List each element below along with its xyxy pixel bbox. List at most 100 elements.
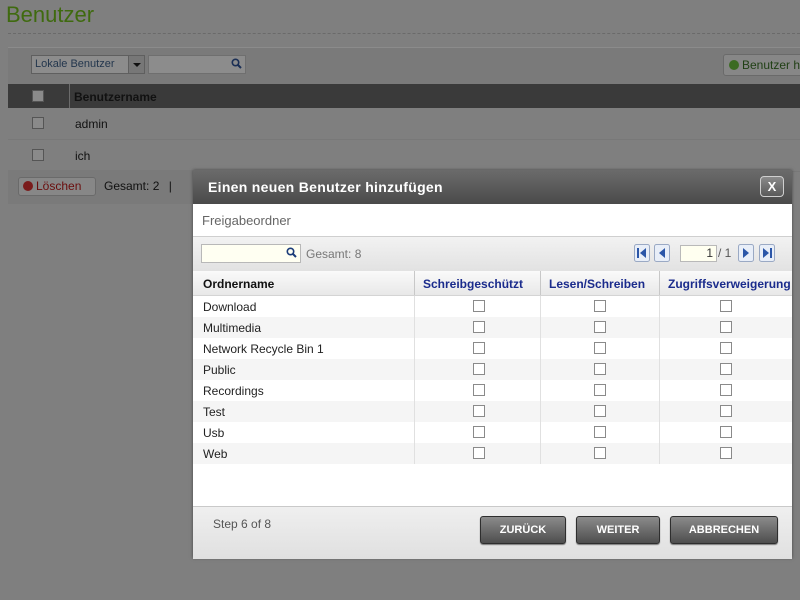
title-divider <box>8 33 800 34</box>
select-all-column <box>8 84 70 108</box>
folder-search-input[interactable] <box>201 244 301 263</box>
read-only-checkbox[interactable] <box>473 342 485 354</box>
last-page-icon[interactable] <box>759 244 775 262</box>
folder-total: Gesamt: 8 <box>306 247 361 261</box>
deny-access-checkbox[interactable] <box>720 300 732 312</box>
column-divider[interactable] <box>414 271 415 295</box>
add-user-button[interactable]: Benutzer h <box>723 54 800 76</box>
deny-access-checkbox[interactable] <box>720 363 732 375</box>
cell-divider <box>540 296 541 317</box>
user-total: Gesamt: 2 | <box>104 179 172 193</box>
user-type-select[interactable]: Lokale Benutzer <box>31 55 145 74</box>
cell-divider <box>659 359 660 380</box>
page-number-input[interactable]: 1 <box>680 245 717 262</box>
folder-name: Test <box>203 405 226 419</box>
deny-access-checkbox[interactable] <box>720 405 732 417</box>
back-button[interactable]: ZURÜCK <box>480 516 566 544</box>
next-page-icon[interactable] <box>738 244 754 262</box>
column-divider[interactable] <box>540 271 541 295</box>
read-only-checkbox[interactable] <box>473 363 485 375</box>
read-only-checkbox[interactable] <box>473 300 485 312</box>
user-toolbar: Lokale Benutzer Benutzer h <box>8 47 800 84</box>
dialog-title: Einen neuen Benutzer hinzufügen <box>208 179 443 195</box>
chevron-down-icon[interactable] <box>128 56 144 73</box>
cell-divider <box>659 401 660 422</box>
user-table-header: Benutzername <box>8 84 800 108</box>
delete-label: Löschen <box>36 179 82 193</box>
cell-divider <box>414 296 415 317</box>
read-write-checkbox[interactable] <box>594 300 606 312</box>
folder-row: Download <box>193 296 792 317</box>
cell-divider <box>540 380 541 401</box>
cell-divider <box>659 338 660 359</box>
delete-icon <box>23 181 33 191</box>
read-write-checkbox[interactable] <box>594 405 606 417</box>
cell-divider <box>414 422 415 443</box>
prev-page-icon[interactable] <box>654 244 670 262</box>
add-user-label: Benutzer h <box>742 58 800 72</box>
deny-access-checkbox[interactable] <box>720 342 732 354</box>
cell-divider <box>659 380 660 401</box>
deny-access-checkbox[interactable] <box>720 447 732 459</box>
folder-name: Usb <box>203 426 225 440</box>
table-row[interactable]: admin <box>8 108 800 140</box>
read-write-checkbox[interactable] <box>594 342 606 354</box>
column-username[interactable]: Benutzername <box>74 90 157 104</box>
username-cell: admin <box>75 117 108 131</box>
search-icon[interactable] <box>231 58 242 72</box>
folder-name: Multimedia <box>203 321 262 335</box>
row-checkbox[interactable] <box>32 117 44 129</box>
user-table-footer: Löschen Gesamt: 2 | <box>8 170 208 204</box>
column-read-only[interactable]: Schreibgeschützt <box>423 271 523 295</box>
column-deny-access[interactable]: Zugriffsverweigerung <box>668 271 791 295</box>
deny-access-checkbox[interactable] <box>720 426 732 438</box>
user-total-separator: | <box>168 179 172 193</box>
column-folder-name[interactable]: Ordnername <box>203 271 274 295</box>
cell-divider <box>414 401 415 422</box>
folder-row: Usb <box>193 422 792 443</box>
folder-row: Public <box>193 359 792 380</box>
folder-name: Recordings <box>203 384 264 398</box>
cell-divider <box>414 317 415 338</box>
column-divider[interactable] <box>659 271 660 295</box>
cell-divider <box>414 338 415 359</box>
folder-name: Web <box>203 447 228 461</box>
cell-divider <box>659 296 660 317</box>
cell-divider <box>659 317 660 338</box>
read-write-checkbox[interactable] <box>594 321 606 333</box>
read-only-checkbox[interactable] <box>473 321 485 333</box>
section-title: Freigabeordner <box>202 213 291 228</box>
close-button[interactable]: X <box>760 176 784 197</box>
search-icon[interactable] <box>286 247 297 261</box>
user-total-value: 2 <box>152 179 160 193</box>
table-row[interactable]: ich <box>8 140 800 172</box>
read-write-checkbox[interactable] <box>594 384 606 396</box>
cell-divider <box>540 359 541 380</box>
cell-divider <box>414 359 415 380</box>
read-write-checkbox[interactable] <box>594 447 606 459</box>
cancel-button[interactable]: ABBRECHEN <box>670 516 778 544</box>
read-write-checkbox[interactable] <box>594 363 606 375</box>
delete-button[interactable]: Löschen <box>18 177 96 196</box>
deny-access-checkbox[interactable] <box>720 321 732 333</box>
cell-divider <box>540 401 541 422</box>
user-total-label: Gesamt: <box>104 179 150 193</box>
read-only-checkbox[interactable] <box>473 405 485 417</box>
column-read-write[interactable]: Lesen/Schreiben <box>549 271 645 295</box>
cell-divider <box>659 422 660 443</box>
first-page-icon[interactable] <box>634 244 650 262</box>
dialog-title-bar: Einen neuen Benutzer hinzufügen X <box>193 170 792 204</box>
read-write-checkbox[interactable] <box>594 426 606 438</box>
add-user-dialog: Einen neuen Benutzer hinzufügen X Freiga… <box>193 170 792 559</box>
select-all-checkbox[interactable] <box>32 90 44 102</box>
read-only-checkbox[interactable] <box>473 384 485 396</box>
deny-access-checkbox[interactable] <box>720 384 732 396</box>
row-checkbox[interactable] <box>32 149 44 161</box>
folder-row: Recordings <box>193 380 792 401</box>
user-search-input[interactable] <box>148 55 246 74</box>
user-type-select-value: Lokale Benutzer <box>35 58 115 70</box>
username-cell: ich <box>75 149 91 163</box>
next-button[interactable]: WEITER <box>576 516 660 544</box>
read-only-checkbox[interactable] <box>473 426 485 438</box>
read-only-checkbox[interactable] <box>473 447 485 459</box>
